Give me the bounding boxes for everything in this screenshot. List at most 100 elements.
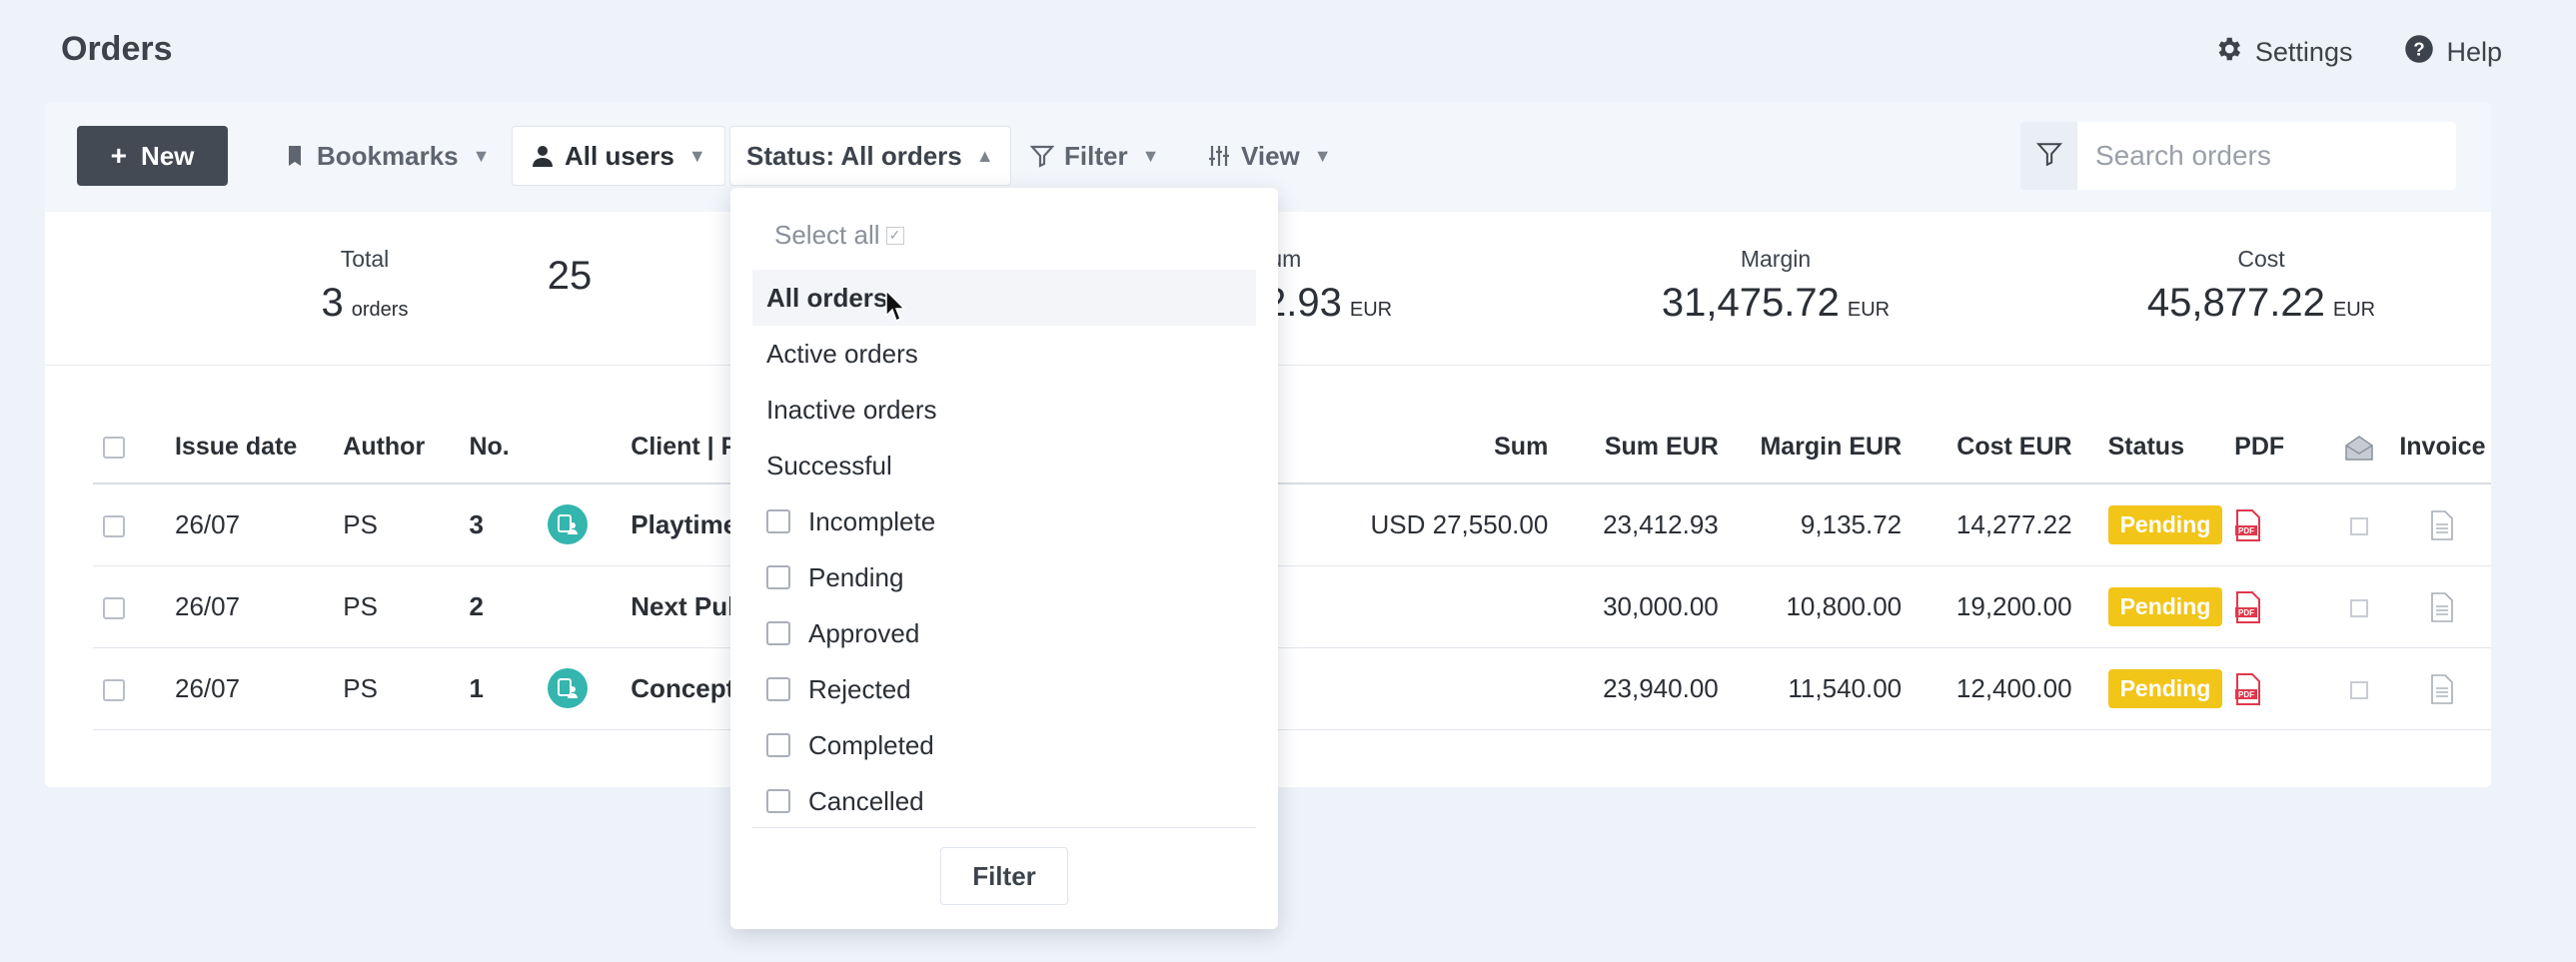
- bookmarks-dropdown[interactable]: Bookmarks ▼: [283, 126, 490, 186]
- row-checkbox[interactable]: [103, 678, 125, 701]
- cell-client-icon: [548, 565, 632, 648]
- filter-dropdown[interactable]: Filter ▼: [1030, 126, 1159, 186]
- table-row[interactable]: 26/07 PS 3 Playtime LL USD 27,550.00 23,…: [93, 483, 2491, 566]
- cell-status: Pending: [2071, 647, 2235, 730]
- new-button[interactable]: + New: [77, 126, 228, 186]
- help-link[interactable]: ? Help: [2404, 34, 2502, 71]
- cell-margin-eur: 9,135.72: [1718, 483, 1903, 566]
- stat-unit: orders: [351, 299, 409, 321]
- cell-issue-date: 26/07: [174, 565, 344, 648]
- users-dropdown[interactable]: All users ▼: [512, 126, 725, 186]
- pdf-icon[interactable]: PDF: [2234, 671, 2262, 705]
- status-dropdown-menu: Select all ✓ All orders Active orders In…: [730, 188, 1278, 929]
- stat-value: 2.93 EUR: [1264, 281, 1504, 326]
- option-completed[interactable]: Completed: [752, 717, 1256, 773]
- option-label: Inactive orders: [766, 394, 937, 425]
- col-no[interactable]: No.: [469, 412, 549, 484]
- email-status-icon[interactable]: [2350, 680, 2369, 699]
- row-checkbox[interactable]: [103, 514, 125, 537]
- col-sum-eur[interactable]: Sum EUR: [1548, 412, 1719, 484]
- view-dropdown[interactable]: View ▼: [1207, 126, 1332, 186]
- search-input[interactable]: [2077, 122, 2456, 190]
- option-checkbox[interactable]: [766, 733, 790, 757]
- stat-label: Total: [340, 246, 390, 272]
- option-checkbox[interactable]: [766, 677, 790, 701]
- select-all-option[interactable]: Select all ✓: [774, 220, 904, 251]
- cell-sum: USD 27,550.00: [1332, 483, 1549, 566]
- pdf-icon[interactable]: PDF: [2234, 508, 2262, 541]
- dropdown-divider: [752, 827, 1256, 828]
- cell-author: PS: [343, 483, 470, 566]
- settings-link[interactable]: Settings: [2213, 34, 2352, 71]
- stat-unit: EUR: [2332, 299, 2376, 321]
- apply-filter-button[interactable]: Filter: [940, 847, 1068, 905]
- option-rejected[interactable]: Rejected: [752, 661, 1256, 717]
- stat-partial: 25: [520, 246, 620, 299]
- option-checkbox[interactable]: [766, 789, 790, 813]
- cell-sum-eur: 23,412.93: [1548, 483, 1719, 566]
- cell-pdf: PDF: [2234, 647, 2325, 730]
- caret-down-icon: ▼: [472, 145, 491, 166]
- select-all-checkbox[interactable]: [103, 437, 125, 460]
- option-all-orders[interactable]: All orders: [752, 270, 1256, 326]
- option-active-orders[interactable]: Active orders: [752, 326, 1256, 382]
- document-icon[interactable]: [2430, 508, 2454, 541]
- orders-table: Issue date Author No. Client | Proj Sum …: [93, 412, 2491, 730]
- email-status-icon[interactable]: [2350, 598, 2369, 617]
- cell-client-icon: [548, 483, 632, 566]
- document-icon[interactable]: [2430, 672, 2454, 704]
- cell-sum-eur: 30,000.00: [1548, 565, 1719, 648]
- stat-label: Margin: [1740, 246, 1812, 272]
- option-incomplete[interactable]: Incomplete: [752, 493, 1256, 549]
- col-status[interactable]: Status: [2071, 412, 2235, 484]
- stat-number: 45,877.22: [2146, 281, 2325, 325]
- search-box: [2020, 122, 2456, 190]
- cell-invoice: [2393, 647, 2491, 730]
- option-label: All orders: [766, 282, 888, 313]
- col-issue-date[interactable]: Issue date: [174, 412, 344, 484]
- col-margin-eur[interactable]: Margin EUR: [1718, 412, 1903, 484]
- cell-margin-eur: 10,800.00: [1718, 565, 1903, 648]
- option-cancelled[interactable]: Cancelled: [752, 773, 1256, 829]
- col-sum[interactable]: Sum: [1332, 412, 1549, 484]
- caret-down-icon: ▼: [1141, 145, 1160, 166]
- pdf-icon[interactable]: PDF: [2234, 589, 2262, 623]
- table-row[interactable]: 26/07 PS 1 Concept LL 23,940.00 11,540.0…: [93, 647, 2491, 730]
- document-icon[interactable]: [2430, 590, 2454, 622]
- status-dropdown[interactable]: Status: All orders ▲: [729, 126, 1011, 186]
- email-status-icon[interactable]: [2350, 516, 2369, 535]
- col-author[interactable]: Author: [343, 412, 470, 484]
- col-client-icon: [548, 412, 632, 484]
- mouse-cursor-icon: [885, 289, 907, 329]
- stat-number: 25: [547, 254, 593, 298]
- view-label: View: [1241, 140, 1300, 171]
- stat-sum: Sum 2.93EUR: [1254, 246, 1504, 326]
- option-approved[interactable]: Approved: [752, 605, 1256, 661]
- col-cost-eur[interactable]: Cost EUR: [1902, 412, 2072, 484]
- caret-down-icon: ▼: [687, 145, 706, 166]
- row-select-cell: [93, 647, 175, 730]
- option-checkbox[interactable]: [766, 509, 790, 533]
- option-inactive-orders[interactable]: Inactive orders: [752, 382, 1256, 438]
- option-label: Rejected: [808, 673, 911, 704]
- table-header-row: Issue date Author No. Client | Proj Sum …: [93, 412, 2491, 484]
- option-checkbox[interactable]: [766, 565, 790, 589]
- stat-unit: EUR: [1847, 299, 1891, 321]
- status-badge: Pending: [2107, 668, 2223, 708]
- stat-total: Total 3 orders: [165, 246, 565, 326]
- option-checkbox[interactable]: [766, 621, 790, 645]
- filter-label: Filter: [1064, 140, 1128, 171]
- search-filter-button[interactable]: [2020, 122, 2077, 190]
- table-row[interactable]: 26/07 PS 2 Next Publish 30,000.00 10,800…: [93, 565, 2491, 648]
- option-label: Pending: [808, 561, 904, 592]
- check-icon: ✓: [885, 226, 904, 245]
- status-label: Status: All orders: [746, 140, 962, 171]
- option-successful[interactable]: Successful: [752, 438, 1256, 493]
- row-checkbox[interactable]: [103, 596, 125, 619]
- select-all-cell: [93, 412, 175, 484]
- stat-value: 31,475.72 EUR: [1576, 281, 1975, 326]
- svg-text:PDF: PDF: [2238, 690, 2254, 699]
- cell-margin-eur: 11,540.00: [1718, 647, 1903, 730]
- svg-text:PDF: PDF: [2238, 608, 2254, 617]
- option-pending[interactable]: Pending: [752, 549, 1256, 605]
